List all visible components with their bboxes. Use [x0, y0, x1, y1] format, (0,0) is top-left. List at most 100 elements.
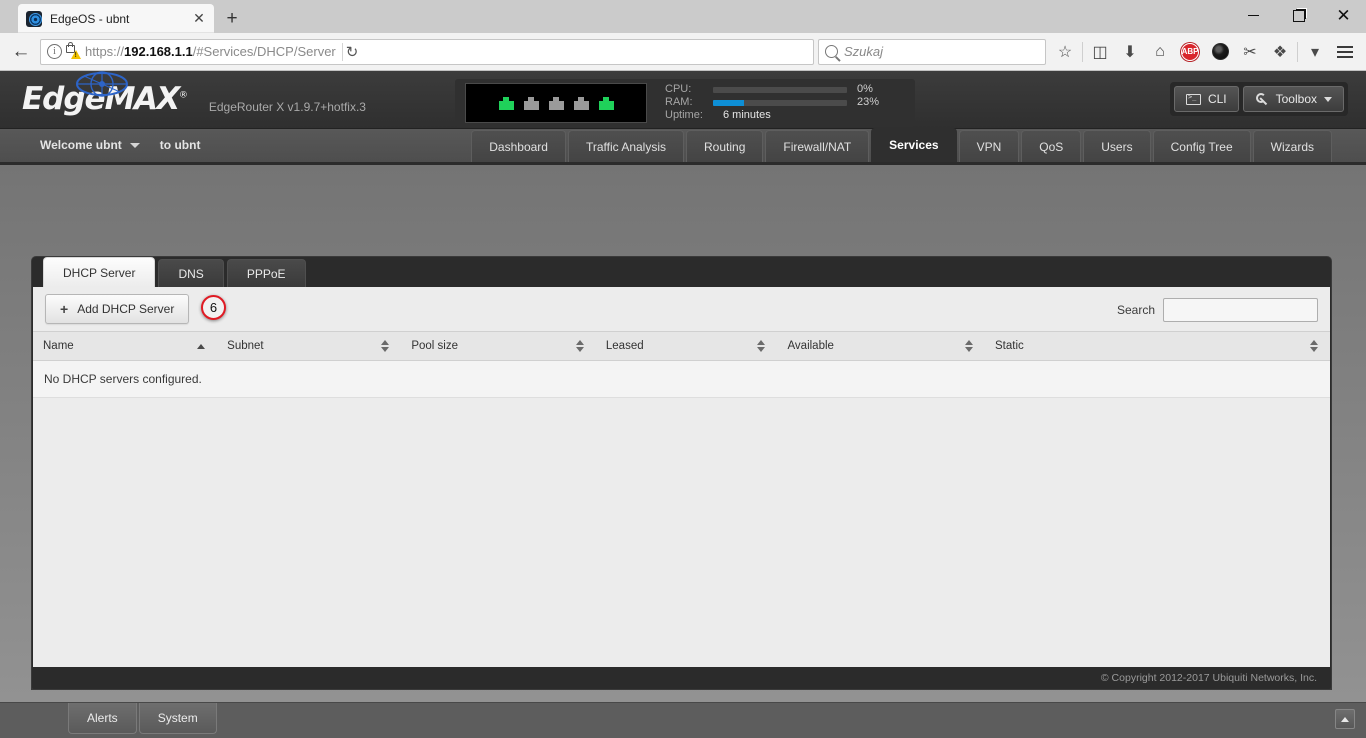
uptime-value: 6 minutes	[723, 109, 771, 122]
table-header: Name Subnet Pool size Leased Available Static	[33, 331, 1330, 361]
sort-ascending-icon	[197, 344, 206, 349]
insecure-lock-icon[interactable]	[64, 42, 81, 60]
dhcp-servers-table: Name Subnet Pool size Leased Available Static…	[33, 331, 1330, 398]
window-controls: ✕	[1231, 0, 1366, 33]
browser-search-placeholder: Szukaj	[844, 44, 884, 59]
table-filler-area	[33, 398, 1330, 688]
adblock-label: ABP	[1181, 42, 1199, 61]
edgeos-favicon-icon	[26, 10, 42, 27]
browser-search-box[interactable]: Szukaj	[818, 38, 1046, 65]
terminal-icon	[1185, 93, 1201, 105]
subtab-pppoe[interactable]: PPPoE	[226, 259, 306, 287]
subtab-dhcp-server[interactable]: DHCP Server	[43, 257, 156, 287]
search-input[interactable]	[1163, 298, 1318, 322]
ram-meter	[713, 100, 847, 106]
nav-tab-config-tree[interactable]: Config Tree	[1152, 130, 1251, 162]
table-col-label: Leased	[605, 340, 644, 352]
nav-tab-routing[interactable]: Routing	[686, 130, 764, 162]
empty-message: No DHCP servers configured.	[33, 360, 1330, 398]
toolbar-divider	[1082, 41, 1083, 62]
adblock-icon[interactable]: ABP	[1175, 37, 1205, 67]
sort-toggle-icon	[1310, 339, 1318, 353]
toolbox-button[interactable]: Toolbox	[1242, 86, 1344, 112]
star-icon[interactable]: ☆	[1050, 37, 1080, 67]
nav-tab-users[interactable]: Users	[1083, 130, 1151, 162]
service-subtabs: DHCP Server DNS PPPoE	[32, 257, 1331, 287]
page-info-icon[interactable]: i	[47, 44, 62, 59]
welcome-area: Welcome ubnt to ubnt	[40, 138, 200, 152]
window-restore-icon[interactable]	[1276, 0, 1321, 31]
extension-icon[interactable]: ❖	[1265, 37, 1295, 67]
browser-tab-title: EdgeOS - ubnt	[50, 11, 130, 26]
nav-tab-traffic-analysis[interactable]: Traffic Analysis	[567, 130, 685, 162]
subtab-dns[interactable]: DNS	[158, 259, 224, 287]
add-dhcp-server-button[interactable]: + Add DHCP Server	[45, 294, 190, 324]
lens-icon[interactable]	[1205, 37, 1235, 67]
menu-icon[interactable]	[1330, 37, 1360, 67]
back-icon[interactable]: ←	[6, 37, 36, 67]
system-button[interactable]: System	[138, 703, 217, 734]
status-panel: CPU: 0% RAM: 23% Uptime: 6 minutes	[455, 79, 915, 127]
sort-toggle-icon	[575, 339, 584, 353]
router-model-text: EdgeRouter X v1.9.7+hotfix.3	[208, 99, 366, 114]
reading-list-icon[interactable]: ◫	[1085, 37, 1115, 67]
cpu-meter	[713, 87, 847, 93]
add-dhcp-server-label: Add DHCP Server	[77, 302, 175, 316]
reload-icon[interactable]: ↻	[346, 43, 359, 61]
tab-close-icon[interactable]: ✕	[190, 10, 208, 28]
cli-button[interactable]: CLI	[1173, 86, 1239, 112]
url-host: 192.168.1.1	[124, 44, 193, 59]
window-close-icon[interactable]: ✕	[1321, 0, 1366, 31]
browser-window: EdgeOS - ubnt ✕ + ✕ ← i https://192.168.…	[0, 0, 1366, 738]
ram-value: 23%	[857, 96, 880, 109]
screenshot-icon[interactable]: ✂	[1235, 37, 1265, 67]
nav-tab-firewall-nat[interactable]: Firewall/NAT	[765, 130, 870, 162]
nav-tab-dashboard[interactable]: Dashboard	[471, 130, 566, 162]
nav-tab-services[interactable]: Services	[871, 128, 957, 162]
collapse-panel-button[interactable]	[1335, 709, 1355, 729]
toolbar-divider-2	[1297, 41, 1298, 62]
table-col-label: Name	[43, 340, 74, 352]
table-col-leased[interactable]: Leased	[595, 331, 778, 361]
uptime-label: Uptime:	[665, 109, 703, 122]
home-icon[interactable]: ⌂	[1145, 37, 1175, 67]
table-col-label: Subnet	[227, 340, 264, 352]
url-bar[interactable]: i https://192.168.1.1/#Services/DHCP/Ser…	[40, 38, 814, 65]
table-col-name[interactable]: Name	[33, 331, 218, 361]
logo-registered-mark: ®	[178, 90, 188, 101]
nav-tab-qos[interactable]: QoS	[1021, 130, 1082, 162]
nav-tab-vpn[interactable]: VPN	[958, 130, 1020, 162]
search-label: Search	[1116, 303, 1155, 317]
url-protocol: https://	[85, 44, 125, 59]
port-indicator-eth2	[548, 96, 564, 110]
table-col-label: Pool size	[411, 340, 459, 352]
chevron-down-icon[interactable]: ▾	[1300, 37, 1330, 67]
page-viewport: EdgeMAX® EdgeRouter X v1.9.7+hotfix.3 CP…	[0, 71, 1366, 738]
search-icon	[825, 45, 838, 58]
chevron-down-icon	[1324, 96, 1332, 102]
table-col-pool-size[interactable]: Pool size	[401, 331, 596, 361]
download-icon[interactable]: ⬇	[1115, 37, 1145, 67]
browser-tab[interactable]: EdgeOS - ubnt ✕	[18, 4, 214, 33]
header-actions: CLI Toolbox	[1169, 82, 1348, 116]
table-col-subnet[interactable]: Subnet	[217, 331, 402, 361]
table-col-static[interactable]: Static	[984, 331, 1330, 361]
port-indicator-eth3	[573, 96, 589, 110]
globe-arc-icon	[76, 71, 128, 97]
browser-toolbar-icons: ☆ ◫ ⬇ ⌂ ABP ✂ ❖ ▾	[1050, 37, 1360, 67]
port-indicator-eth1	[523, 96, 539, 110]
table-col-available[interactable]: Available	[777, 331, 985, 361]
nav-tab-wizards[interactable]: Wizards	[1252, 130, 1332, 162]
port-status-display	[465, 83, 647, 123]
table-body: No DHCP servers configured.	[33, 360, 1330, 398]
table-search-area: Search	[1117, 298, 1318, 322]
cli-label: CLI	[1207, 92, 1227, 106]
window-minimize-icon[interactable]	[1231, 0, 1276, 31]
main-nav-tabs: Dashboard Traffic Analysis Routing Firewall…	[469, 128, 1332, 162]
table-header-row: Name Subnet Pool size Leased Available Static	[33, 331, 1330, 361]
alerts-button[interactable]: Alerts	[68, 703, 137, 734]
bottom-bar: Alerts System	[0, 702, 1366, 738]
new-tab-button[interactable]: +	[218, 5, 246, 33]
welcome-user-menu[interactable]: Welcome ubnt	[40, 138, 140, 152]
copyright-bar: © Copyright 2012-2017 Ubiquiti Networks,…	[31, 667, 1332, 690]
